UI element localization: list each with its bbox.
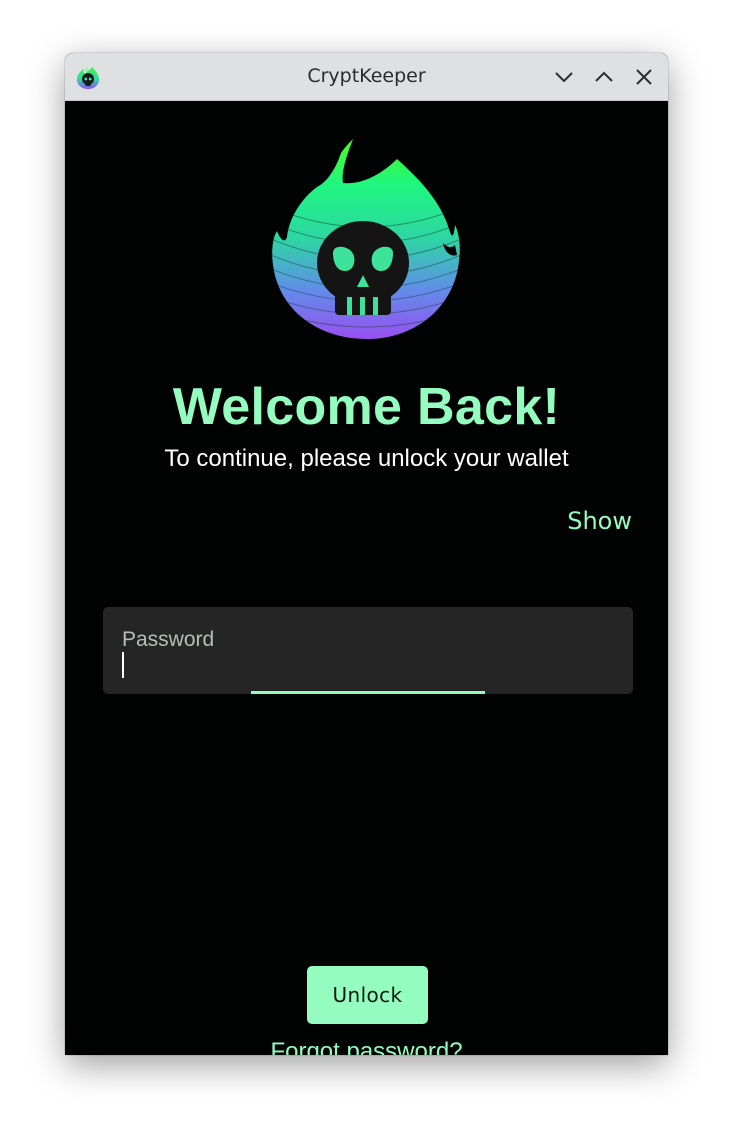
chevron-down-icon [555, 72, 573, 83]
password-input[interactable] [122, 649, 612, 679]
chevron-up-icon [595, 71, 613, 82]
flaming-skull-logo [272, 139, 460, 339]
unlock-screen: Welcome Back! To continue, please unlock… [65, 101, 668, 1055]
show-password-toggle[interactable]: Show [567, 507, 632, 535]
forgot-password-link[interactable]: Forgot password? [65, 1038, 668, 1055]
page-title: Welcome Back! [172, 378, 561, 436]
close-button[interactable] [632, 65, 656, 89]
close-icon [636, 69, 652, 85]
maximize-button[interactable] [592, 65, 616, 89]
password-field[interactable]: Password [103, 607, 633, 694]
unlock-button[interactable]: Unlock [307, 966, 428, 1024]
title-bar[interactable]: CryptKeeper [65, 53, 668, 101]
app-window: CryptKeeper Welcome Back! To continue, p… [65, 53, 668, 1055]
window-title: CryptKeeper [307, 65, 426, 87]
text-cursor [122, 652, 124, 678]
page-subtitle: To continue, please unlock your wallet [164, 445, 569, 472]
focus-underline [251, 691, 485, 694]
minimize-button[interactable] [552, 65, 576, 89]
